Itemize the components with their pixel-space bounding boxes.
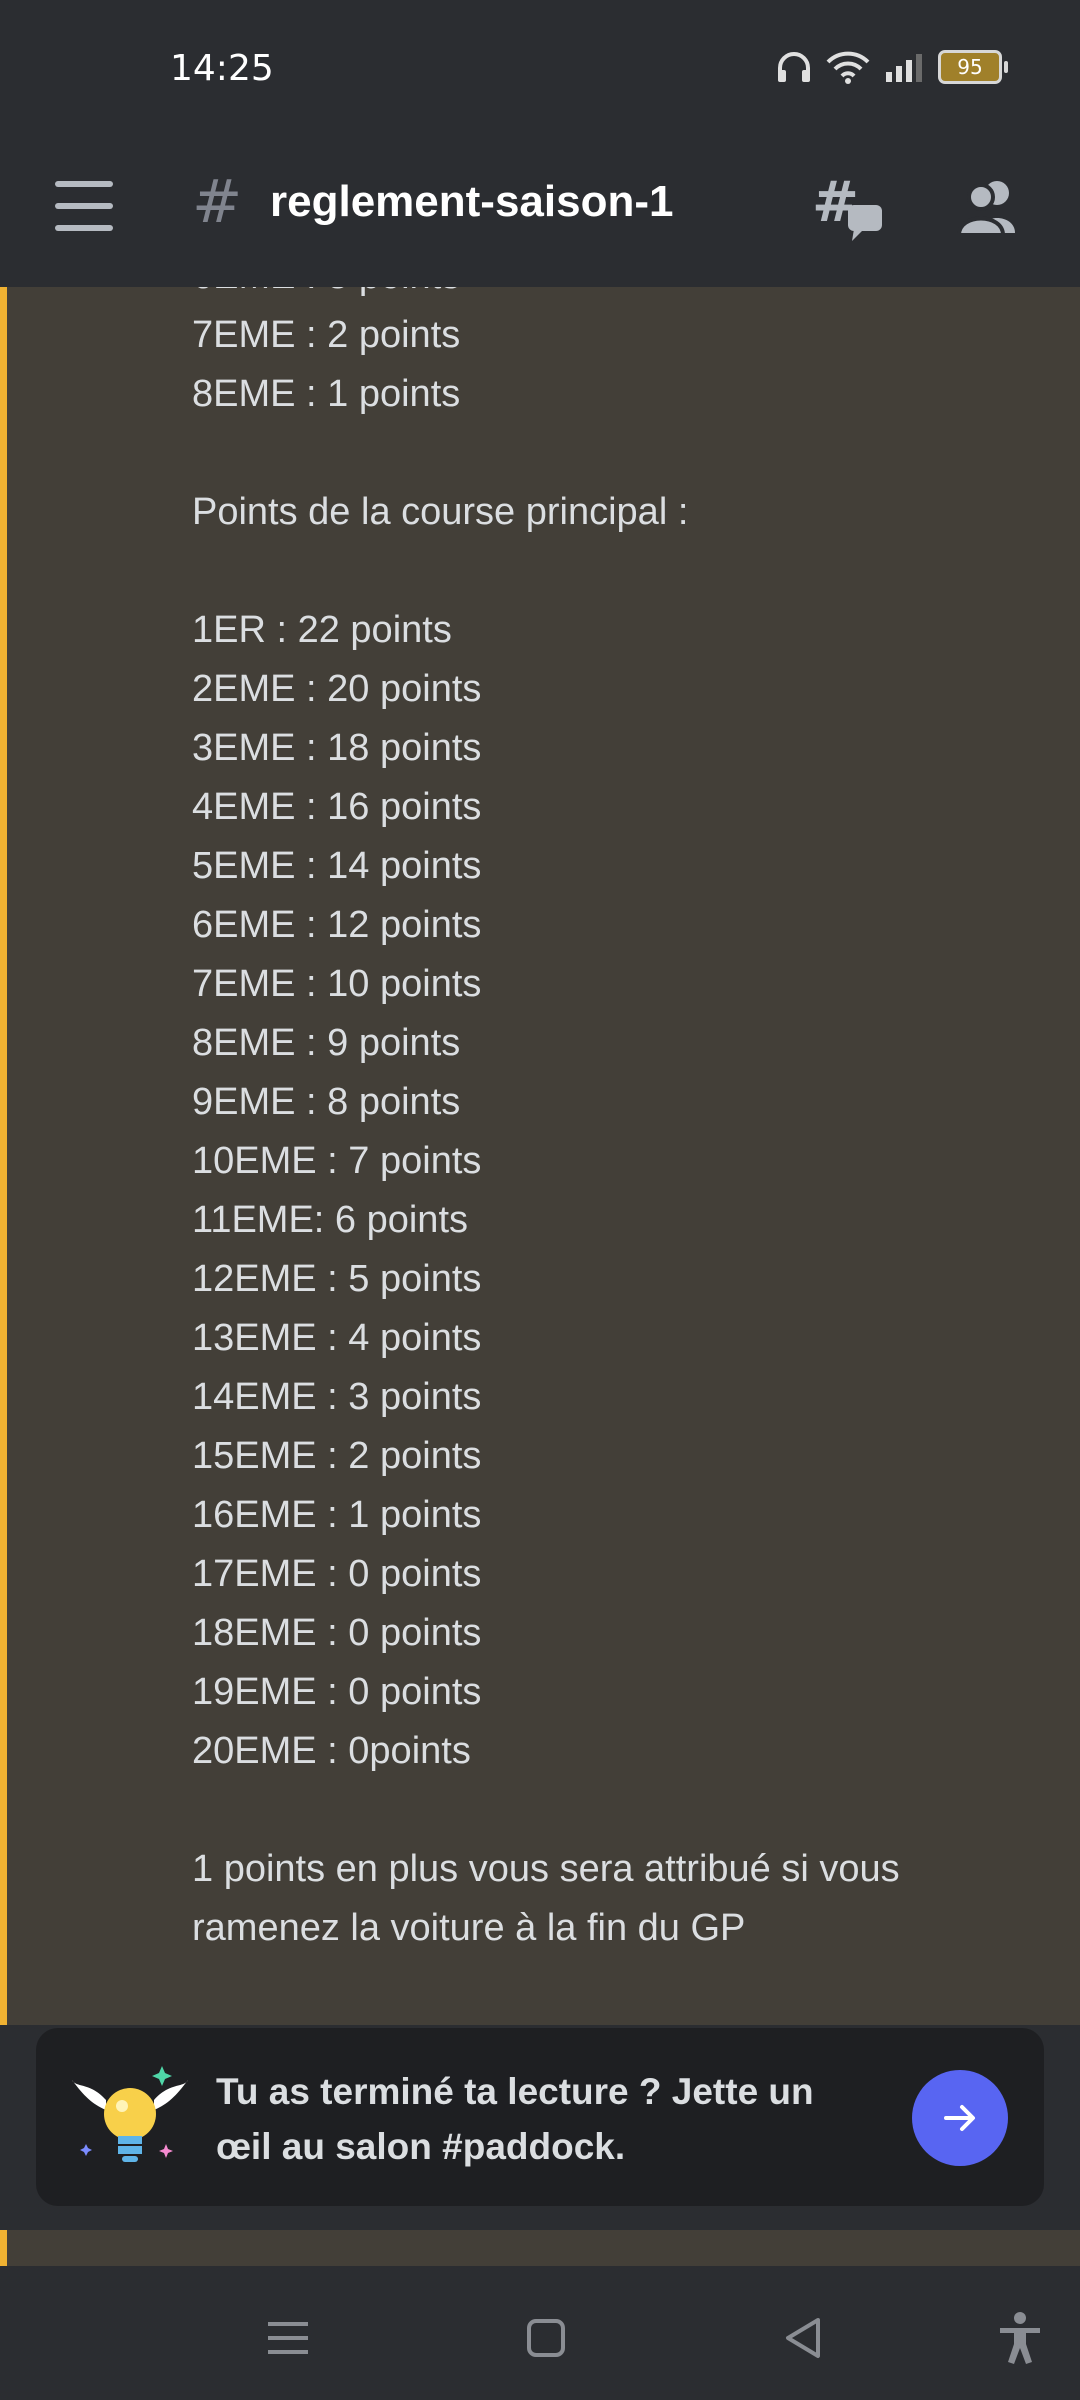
- message-line: 6EME : 12 points: [192, 904, 482, 946]
- message-line: Points de la course principal :: [192, 491, 689, 533]
- message-line: 15EME : 2 points: [192, 1435, 482, 1477]
- message-line: 2EME : 20 points: [192, 668, 482, 710]
- message-line: 1ER : 22 points: [192, 609, 452, 651]
- status-icons: 95: [776, 50, 1008, 84]
- channel-header: # reglement-saison-1 #: [0, 145, 1080, 289]
- message-content: 6EME : 3 points 7EME : 2 points 8EME : 1 p…: [192, 287, 900, 1958]
- message-area: 6EME : 3 points 7EME : 2 points 8EME : 1 p…: [0, 287, 1080, 2025]
- message-line: 7EME : 10 points: [192, 963, 482, 1005]
- threads-icon[interactable]: #: [812, 171, 886, 245]
- highlight-bar: [0, 287, 7, 2025]
- message-line: 8EME : 1 points: [192, 373, 461, 415]
- go-to-channel-button[interactable]: [912, 2070, 1008, 2166]
- system-nav-bar: [0, 2268, 1080, 2400]
- message-line: 3EME : 18 points: [192, 727, 482, 769]
- message-line: 17EME : 0 points: [192, 1553, 482, 1595]
- message-line: 14EME : 3 points: [192, 1376, 482, 1418]
- status-time: 14:25: [170, 48, 274, 89]
- recent-apps-icon[interactable]: [258, 2308, 318, 2368]
- channel-title[interactable]: reglement-saison-1: [270, 177, 673, 227]
- arrow-right-icon: [944, 2105, 975, 2131]
- status-bar: 14:25 95: [0, 0, 1080, 145]
- menu-icon[interactable]: [55, 181, 113, 231]
- message-line: 6EME : 3 points: [192, 287, 900, 306]
- headphones-icon: [778, 52, 810, 82]
- message-line: 11EME: 6 points: [192, 1199, 469, 1241]
- message-line: 12EME : 5 points: [192, 1258, 482, 1300]
- message-line: ramenez la voiture à la fin du GP: [192, 1907, 746, 1949]
- message-line: 16EME : 1 points: [192, 1494, 482, 1536]
- accessibility-icon[interactable]: [990, 2308, 1050, 2368]
- prompt-text: Tu as terminé ta lecture ? Jette un œil …: [216, 2064, 896, 2174]
- members-icon[interactable]: [955, 173, 1025, 243]
- next-message-strip: [0, 2230, 1080, 2266]
- message-line: 5EME : 14 points: [192, 845, 482, 887]
- highlight-bar-next: [0, 2230, 7, 2266]
- prompt-line-2: œil au salon #paddock.: [216, 2126, 626, 2167]
- wifi-icon: [826, 51, 870, 84]
- message-line: 18EME : 0 points: [192, 1612, 482, 1654]
- winged-lightbulb-icon: [72, 2066, 188, 2162]
- home-icon[interactable]: [516, 2308, 576, 2368]
- battery-icon: 95: [938, 50, 1008, 84]
- message-line: 1 points en plus vous sera attribué si v…: [192, 1848, 900, 1890]
- next-channel-prompt[interactable]: Tu as terminé ta lecture ? Jette un œil …: [36, 2028, 1044, 2206]
- hash-icon: #: [192, 167, 243, 237]
- message-line: 7EME : 2 points: [192, 314, 461, 356]
- message-line: 8EME : 9 points: [192, 1022, 461, 1064]
- message-line: 19EME : 0 points: [192, 1671, 482, 1713]
- message-line: 4EME : 16 points: [192, 786, 482, 828]
- message-line: 13EME : 4 points: [192, 1317, 482, 1359]
- prompt-line-1: Tu as terminé ta lecture ? Jette un: [216, 2071, 814, 2112]
- message-line: 9EME : 8 points: [192, 1081, 461, 1123]
- back-icon[interactable]: [774, 2308, 834, 2368]
- message-line: 10EME : 7 points: [192, 1140, 482, 1182]
- message-line: 20EME : 0points: [192, 1730, 471, 1772]
- signal-icon: [886, 54, 922, 82]
